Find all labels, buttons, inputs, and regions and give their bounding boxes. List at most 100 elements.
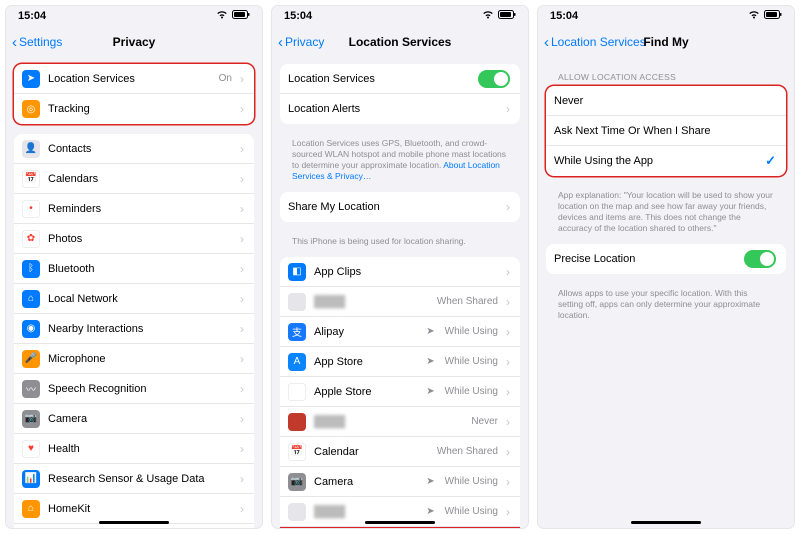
chevron-right-icon: › <box>506 295 510 309</box>
hlt-icon: ♥ <box>22 440 40 458</box>
chevron-right-icon: › <box>240 172 244 186</box>
precise-location-toggle[interactable] <box>744 250 776 268</box>
status-time: 15:04 <box>284 10 312 22</box>
con-icon: 👤 <box>22 140 40 158</box>
chevron-right-icon: › <box>240 502 244 516</box>
row-bluetooth[interactable]: ᛒBluetooth› <box>14 254 254 284</box>
precise-footnote: Allows apps to use your specific locatio… <box>546 284 786 331</box>
location-footnote: Location Services uses GPS, Bluetooth, a… <box>280 134 520 192</box>
row-reminders[interactable]: •Reminders› <box>14 194 254 224</box>
nav-bar: ‹ Privacy Location Services <box>272 26 528 58</box>
row-app-find-my[interactable]: ◉Find My➤While Using› <box>280 527 520 528</box>
row-app-alipay[interactable]: 支Alipay➤While Using› <box>280 317 520 347</box>
location-arrow-icon: ➤ <box>426 506 434 517</box>
chevron-right-icon: › <box>506 505 510 519</box>
row-photos[interactable]: ✿Photos› <box>14 224 254 254</box>
row-app--[interactable]: ████Never› <box>280 407 520 437</box>
row-location-services[interactable]: Location Services <box>280 64 520 94</box>
row-label: Alipay <box>314 326 418 338</box>
home-indicator[interactable] <box>631 521 701 524</box>
back-button[interactable]: ‹ Settings <box>12 35 62 50</box>
row-label: Share My Location <box>288 201 498 213</box>
row-tracking[interactable]: ◎Tracking› <box>14 94 254 124</box>
group-privacy-apps: 👤Contacts›📅Calendars›•Reminders›✿Photos›… <box>14 134 254 528</box>
status-icons <box>482 10 516 22</box>
row-label: While Using the App <box>554 155 757 167</box>
row-location-alerts[interactable]: Location Alerts › <box>280 94 520 124</box>
row-media-apple-music[interactable]: ♪Media & Apple Music› <box>14 524 254 528</box>
chevron-right-icon: › <box>506 445 510 459</box>
row-detail: While Using <box>445 326 498 337</box>
chevron-right-icon: › <box>240 322 244 336</box>
row-microphone[interactable]: 🎤 Microphone › <box>14 344 254 374</box>
row-app-calendar[interactable]: 📅CalendarWhen Shared› <box>280 437 520 467</box>
row-health[interactable]: ♥Health› <box>14 434 254 464</box>
cal-icon: 📅 <box>22 170 40 188</box>
row-contacts[interactable]: 👤Contacts› <box>14 134 254 164</box>
row-detail: When Shared <box>437 446 498 457</box>
row-label: HomeKit <box>48 503 232 515</box>
row-camera[interactable]: 📷Camera› <box>14 404 254 434</box>
back-button[interactable]: ‹ Location Services <box>544 35 646 50</box>
row-label: Research Sensor & Usage Data <box>48 473 232 485</box>
nav-bar: ‹ Location Services Find My <box>538 26 794 58</box>
home-indicator[interactable] <box>365 521 435 524</box>
chevron-right-icon: › <box>240 262 244 276</box>
row-app-app-clips[interactable]: ◧App Clips› <box>280 257 520 287</box>
home-indicator[interactable] <box>99 521 169 524</box>
mic-icon: 🎤 <box>22 350 40 368</box>
wifi-icon <box>748 10 760 22</box>
chevron-right-icon: › <box>240 202 244 216</box>
b1-icon <box>288 293 306 311</box>
pho-icon: ✿ <box>22 230 40 248</box>
status-bar: 15:04 <box>272 6 528 26</box>
row-detail: While Using <box>445 386 498 397</box>
row-app-camera[interactable]: 📷Camera➤While Using› <box>280 467 520 497</box>
row-option-ask-next-time-or-when-i-share[interactable]: Ask Next Time Or When I Share <box>546 116 786 146</box>
row-app--[interactable]: ████When Shared› <box>280 287 520 317</box>
row-detail: While Using <box>445 506 498 517</box>
row-local-network[interactable]: ⌂Local Network› <box>14 284 254 314</box>
row-label: Speech Recognition <box>48 383 232 395</box>
chevron-right-icon: › <box>506 415 510 429</box>
row-label: Microphone <box>48 353 232 365</box>
row-app-apple-store[interactable]: Apple Store➤While Using› <box>280 377 520 407</box>
row-detail: When Shared <box>437 296 498 307</box>
chevron-right-icon: › <box>506 102 510 116</box>
row-label: Bluetooth <box>48 263 232 275</box>
row-homekit[interactable]: ⌂ HomeKit › <box>14 494 254 524</box>
row-option-while-using-the-app[interactable]: While Using the App✓ <box>546 146 786 176</box>
row-label: Camera <box>314 476 418 488</box>
back-button[interactable]: ‹ Privacy <box>278 35 324 50</box>
row-research-sensor-usage-data[interactable]: 📊Research Sensor & Usage Data› <box>14 464 254 494</box>
row-label: Tracking <box>48 103 232 115</box>
phone-privacy: 15:04 ‹ Settings Privacy ➤Location Servi… <box>6 6 262 528</box>
ali-icon: 支 <box>288 323 306 341</box>
row-label: Location Services <box>48 73 211 85</box>
settings-scroll[interactable]: ➤Location ServicesOn› ◎ Tracking › 👤Contact… <box>6 58 262 528</box>
row-precise-location[interactable]: Precise Location <box>546 244 786 274</box>
row-app-app-store[interactable]: AApp Store➤While Using› <box>280 347 520 377</box>
row-calendars[interactable]: 📅Calendars› <box>14 164 254 194</box>
location-scroll[interactable]: Location Services Location Alerts › Loca… <box>272 58 528 528</box>
status-bar: 15:04 <box>6 6 262 26</box>
row-label: Never <box>554 95 776 107</box>
battery-icon <box>764 10 782 22</box>
row-label: Apple Store <box>314 386 418 398</box>
row-location-services[interactable]: ➤Location ServicesOn› <box>14 64 254 94</box>
row-detail: While Using <box>445 476 498 487</box>
cam-icon: 📷 <box>22 410 40 428</box>
row-nearby-interactions[interactable]: ◉Nearby Interactions› <box>14 314 254 344</box>
location-services-toggle[interactable] <box>478 70 510 88</box>
trk-icon: ◎ <box>22 100 40 118</box>
chevron-left-icon: ‹ <box>278 35 283 50</box>
chevron-right-icon: › <box>240 352 244 366</box>
chevron-left-icon: ‹ <box>544 35 549 50</box>
group-precise-location: Precise Location <box>546 244 786 274</box>
hk-icon: ⌂ <box>22 500 40 518</box>
chevron-left-icon: ‹ <box>12 35 17 50</box>
findmy-scroll[interactable]: Allow Location Access NeverAsk Next Time… <box>538 58 794 528</box>
row-option-never[interactable]: Never <box>546 86 786 116</box>
row-share-my-location[interactable]: Share My Location › <box>280 192 520 222</box>
row-speech-recognition[interactable]: 〰Speech Recognition› <box>14 374 254 404</box>
